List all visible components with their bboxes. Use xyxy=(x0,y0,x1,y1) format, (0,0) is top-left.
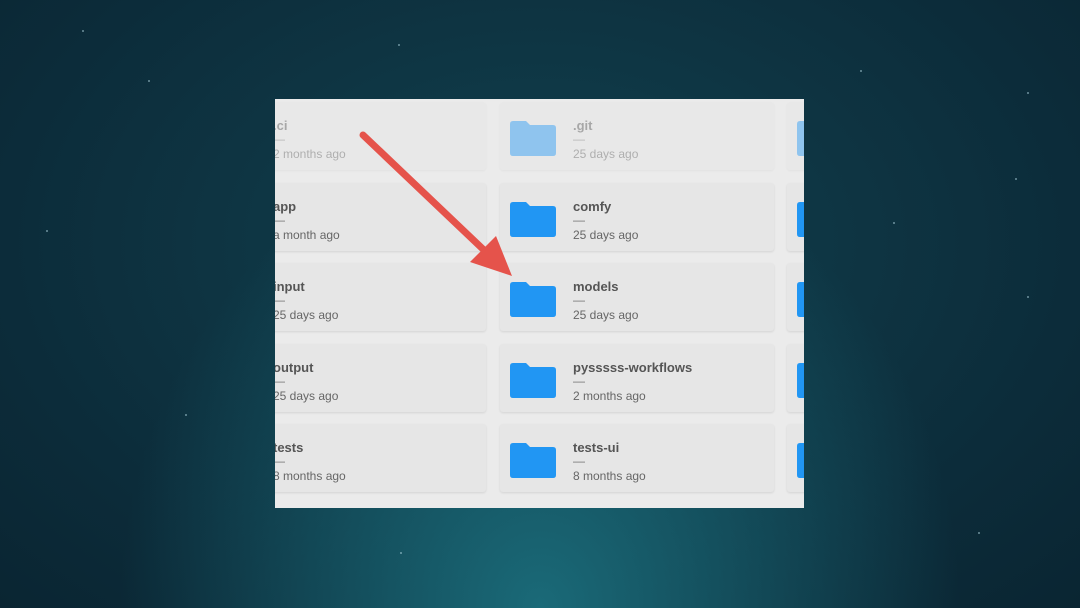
folder-card-git[interactable]: .git — 25 days ago xyxy=(500,102,774,170)
background-star xyxy=(1015,178,1017,180)
background-star xyxy=(46,230,48,232)
folder-icon xyxy=(797,281,804,317)
background-star xyxy=(185,414,187,416)
folder-subtitle: — xyxy=(275,374,285,388)
folder-name: tests xyxy=(275,440,304,455)
folder-subtitle: — xyxy=(275,132,285,146)
folder-subtitle: — xyxy=(573,132,585,146)
folder-subtitle: — xyxy=(275,454,285,468)
folder-modified-time: 2 months ago xyxy=(573,389,646,403)
folder-icon xyxy=(797,201,804,237)
folder-modified-time: 2 months ago xyxy=(275,147,346,161)
folder-name: comfy xyxy=(573,199,612,214)
folder-card-comfy[interactable]: comfy — 25 days ago xyxy=(500,183,774,251)
folder-subtitle: — xyxy=(573,454,585,468)
folder-icon xyxy=(510,362,556,398)
folder-icon xyxy=(510,442,556,478)
folder-modified-time: 8 months ago xyxy=(275,469,346,483)
folder-card-partial[interactable] xyxy=(787,263,804,331)
folder-icon xyxy=(510,120,556,156)
background-star xyxy=(860,70,862,72)
folder-name: tests-ui xyxy=(573,440,620,455)
folder-card-partial[interactable] xyxy=(787,102,804,170)
background-star xyxy=(893,222,895,224)
folder-card-app[interactable]: app — a month ago xyxy=(275,183,486,251)
folder-subtitle: — xyxy=(573,213,585,227)
background-star xyxy=(978,532,980,534)
folder-icon xyxy=(797,362,804,398)
folder-name: pysssss-workflows xyxy=(573,360,693,375)
folder-card-pysssss-workflows[interactable]: pysssss-workflows — 2 months ago xyxy=(500,344,774,412)
folder-icon xyxy=(797,442,804,478)
folder-modified-time: a month ago xyxy=(275,228,340,242)
background-star xyxy=(1027,92,1029,94)
folder-modified-time: 8 months ago xyxy=(573,469,646,483)
folder-modified-time: 25 days ago xyxy=(573,228,639,242)
folder-icon xyxy=(797,120,804,156)
folder-card-partial[interactable] xyxy=(787,424,804,492)
background-star xyxy=(1027,296,1029,298)
folder-card-tests-ui[interactable]: tests-ui — 8 months ago xyxy=(500,424,774,492)
folder-name: app xyxy=(275,199,297,214)
folder-name: .ci xyxy=(275,118,288,133)
folder-card-ci[interactable]: .ci — 2 months ago xyxy=(275,102,486,170)
background-star xyxy=(148,80,150,82)
background-star xyxy=(400,552,402,554)
folder-name: input xyxy=(275,279,305,294)
folder-icon xyxy=(510,201,556,237)
folder-card-input[interactable]: input — 25 days ago xyxy=(275,263,486,331)
folder-card-output[interactable]: output — 25 days ago xyxy=(275,344,486,412)
folder-card-tests[interactable]: tests — 8 months ago xyxy=(275,424,486,492)
folder-name: output xyxy=(275,360,314,375)
background-star xyxy=(82,30,84,32)
folder-subtitle: — xyxy=(275,213,285,227)
folder-name: models xyxy=(573,279,619,294)
background-star xyxy=(398,44,400,46)
folder-modified-time: 25 days ago xyxy=(573,308,639,322)
folder-icon xyxy=(510,281,556,317)
folder-subtitle: — xyxy=(573,374,585,388)
folder-modified-time: 25 days ago xyxy=(573,147,639,161)
folder-subtitle: — xyxy=(573,293,585,307)
folder-modified-time: 25 days ago xyxy=(275,308,339,322)
folder-card-partial[interactable] xyxy=(787,183,804,251)
file-browser-panel: .ci — 2 months ago app — a month ago inp… xyxy=(275,99,804,508)
folder-card-partial[interactable] xyxy=(787,344,804,412)
folder-card-models[interactable]: models — 25 days ago xyxy=(500,263,774,331)
folder-modified-time: 25 days ago xyxy=(275,389,339,403)
folder-subtitle: — xyxy=(275,293,285,307)
folder-name: .git xyxy=(573,118,593,133)
